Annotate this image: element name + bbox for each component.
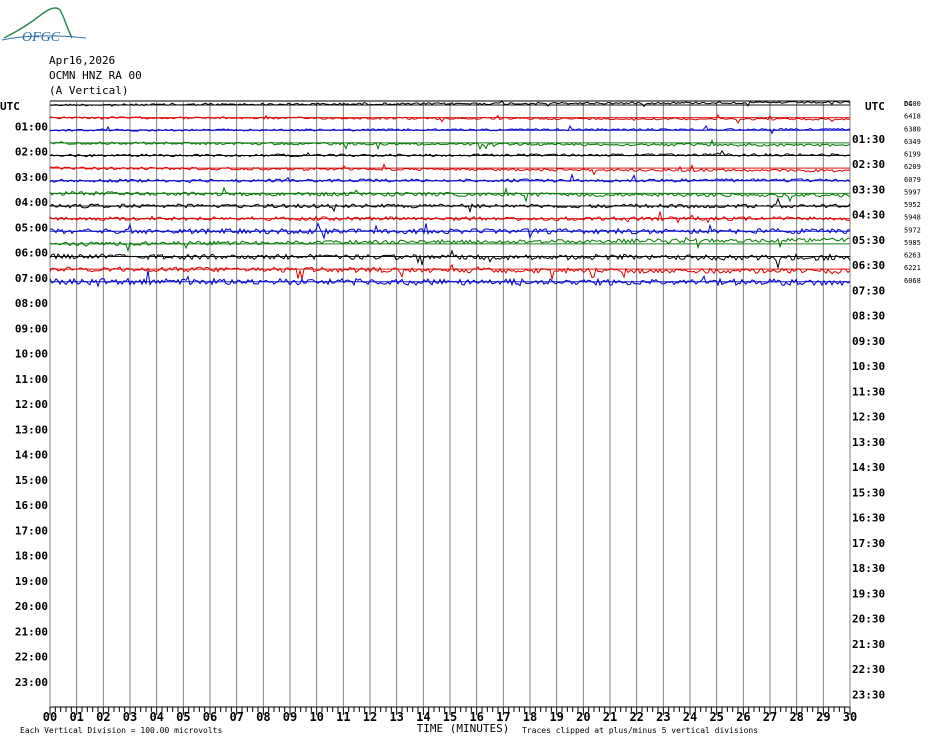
dc-offset-label: 5985	[904, 239, 921, 247]
left-hour-label: 01:00	[15, 120, 48, 133]
left-hour-label: 21:00	[15, 625, 48, 638]
left-hour-label: 02:00	[15, 146, 48, 159]
dc-offset-label: 5948	[904, 214, 921, 222]
minute-tick-label: 11	[336, 710, 350, 724]
right-hour-label: 08:30	[852, 310, 885, 323]
dc-offset-label: 5997	[904, 188, 921, 196]
minute-tick-label: 19	[549, 710, 563, 724]
right-hour-label: 02:30	[852, 158, 885, 171]
minute-tick-label: 21	[603, 710, 617, 724]
minute-tick-label: 29	[816, 710, 830, 724]
minute-tick-label: 23	[656, 710, 670, 724]
left-hour-label: 12:00	[15, 398, 48, 411]
right-hour-label: 09:30	[852, 335, 885, 348]
left-hour-label: 17:00	[15, 524, 48, 537]
right-hour-label: 01:30	[852, 133, 885, 146]
left-hour-label: 13:00	[15, 423, 48, 436]
right-hour-label: 19:30	[852, 587, 885, 600]
x-axis-label: TIME (MINUTES)	[417, 722, 510, 735]
left-hour-label: 19:00	[15, 575, 48, 588]
left-hour-label: 05:00	[15, 221, 48, 234]
left-hour-label: 07:00	[15, 272, 48, 285]
minute-tick-label: 09	[283, 710, 297, 724]
dc-offset-label: 5952	[904, 201, 921, 209]
component-label: (A Vertical)	[49, 84, 129, 97]
minute-tick-label: 20	[576, 710, 590, 724]
minute-tick-label: 02	[96, 710, 110, 724]
minute-tick-label: 13	[389, 710, 403, 724]
division-note: Each Vertical Division = 100.00 microvol…	[20, 726, 222, 735]
minute-tick-label: 26	[736, 710, 750, 724]
dc-offset-label: 6349	[904, 138, 921, 146]
minute-tick-label: 07	[229, 710, 243, 724]
right-hour-label: 17:30	[852, 537, 885, 550]
right-hour-label: 15:30	[852, 486, 885, 499]
right-hour-label: 18:30	[852, 562, 885, 575]
date-label: Apr16,2026	[49, 54, 116, 67]
ofgc-logo: OFGC	[1, 7, 87, 45]
dc-offset-label: 6263	[904, 252, 921, 260]
dc-offset-label: 6380	[904, 125, 921, 133]
minute-tick-label: 10	[309, 710, 323, 724]
right-hour-label: 11:30	[852, 385, 885, 398]
left-hour-label: 08:00	[15, 297, 48, 310]
left-utc-label: UTC	[0, 100, 20, 113]
left-hour-label: 20:00	[15, 600, 48, 613]
left-hour-label: 11:00	[15, 373, 48, 386]
minute-tick-label: 27	[763, 710, 777, 724]
right-hour-label: 05:30	[852, 234, 885, 247]
right-hour-label: 14:30	[852, 461, 885, 474]
right-hour-label: 07:30	[852, 284, 885, 297]
left-hour-label: 03:00	[15, 171, 48, 184]
dc-offset-label: 6199	[904, 151, 921, 159]
right-utc-label: UTC	[865, 100, 885, 113]
right-hour-label: 12:30	[852, 411, 885, 424]
minute-tick-label: 30	[843, 710, 857, 724]
clip-note: Traces clipped at plus/minus 5 vertical …	[522, 726, 758, 735]
dc-offset-label: 6418	[904, 113, 921, 121]
minute-tick-label: 03	[123, 710, 137, 724]
minute-tick-label: 24	[683, 710, 697, 724]
station-label: OCMN HNZ RA 00	[49, 69, 142, 82]
logo-text: OFGC	[22, 30, 61, 45]
left-hour-label: 16:00	[15, 499, 48, 512]
minute-tick-label: 06	[203, 710, 217, 724]
minute-tick-label: 28	[789, 710, 803, 724]
dc-offset-label: 6400	[904, 100, 921, 108]
right-hour-label: 23:30	[852, 688, 885, 701]
left-hour-label: 15:00	[15, 474, 48, 487]
left-hour-label: 04:00	[15, 196, 48, 209]
dc-offset-label: 6209	[904, 163, 921, 171]
left-hour-label: 14:00	[15, 449, 48, 462]
right-hour-label: 20:30	[852, 613, 885, 626]
left-hour-label: 09:00	[15, 322, 48, 335]
left-hour-label: 18:00	[15, 550, 48, 563]
minute-tick-label: 05	[176, 710, 190, 724]
right-hour-label: 21:30	[852, 638, 885, 651]
right-hour-label: 06:30	[852, 259, 885, 272]
right-hour-label: 10:30	[852, 360, 885, 373]
dc-offset-label: 6068	[904, 277, 921, 285]
dc-offset-label: 6221	[904, 264, 921, 272]
minute-tick-label: 18	[523, 710, 537, 724]
left-hour-label: 23:00	[15, 676, 48, 689]
minute-tick-label: 04	[149, 710, 163, 724]
minute-tick-label: 01	[69, 710, 83, 724]
left-hour-label: 06:00	[15, 247, 48, 260]
left-hour-label: 10:00	[15, 348, 48, 361]
minute-tick-label: 25	[709, 710, 723, 724]
left-hour-label: 22:00	[15, 651, 48, 664]
right-hour-label: 03:30	[852, 183, 885, 196]
minute-tick-label: 12	[363, 710, 377, 724]
dc-offset-label: 5972	[904, 226, 921, 234]
helicorder-plot: OFGC 00 01 02 03 04 05 06 07 08 09 10 11 12 13 14 15 16 1…	[0, 7, 921, 735]
minute-tick-label: 00	[43, 710, 57, 724]
right-hour-label: 04:30	[852, 209, 885, 222]
minute-tick-label: 22	[629, 710, 643, 724]
right-hour-label: 16:30	[852, 512, 885, 525]
dc-offset-label: 6079	[904, 176, 921, 184]
right-hour-label: 22:30	[852, 663, 885, 676]
minute-tick-label: 08	[256, 710, 270, 724]
right-hour-label: 13:30	[852, 436, 885, 449]
